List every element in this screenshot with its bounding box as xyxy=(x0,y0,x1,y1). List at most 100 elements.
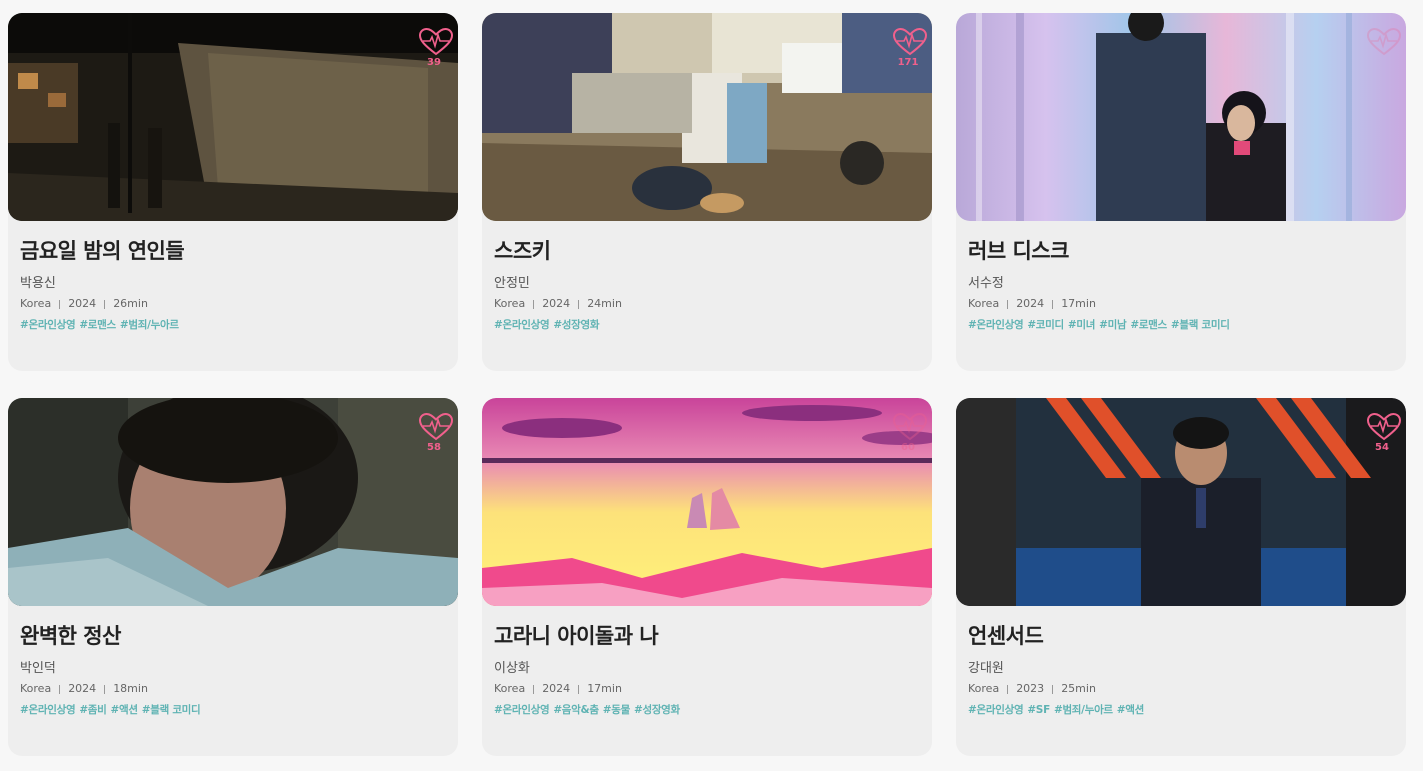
divider xyxy=(1052,299,1054,309)
film-country: Korea xyxy=(20,297,52,310)
divider xyxy=(1007,299,1009,309)
film-runtime: 25min xyxy=(1061,682,1096,695)
film-tags: #온라인상영 #음악&춤 #동물 #성장영화 xyxy=(494,703,920,717)
film-country: Korea xyxy=(968,682,1000,695)
tag[interactable]: #액션 xyxy=(1117,704,1145,716)
film-thumbnail[interactable]: 60 xyxy=(482,398,932,606)
tag[interactable]: #좀비 xyxy=(79,704,107,716)
tag[interactable]: #성장영화 xyxy=(634,704,680,716)
film-title[interactable]: 러브 디스크 xyxy=(968,235,1394,267)
heart-pulse-icon xyxy=(1366,412,1402,441)
film-director: 안정민 xyxy=(494,276,530,291)
tag[interactable]: #로맨스 xyxy=(1130,319,1167,331)
like-badge[interactable]: 54 xyxy=(1366,412,1402,453)
film-country: Korea xyxy=(968,297,1000,310)
tag[interactable]: #동물 xyxy=(603,704,631,716)
film-year: 2024 xyxy=(68,682,97,695)
film-card[interactable]: 39 금요일 밤의 연인들 박용신 Korea 2024 26min #온라인상… xyxy=(8,13,458,371)
divider xyxy=(533,684,535,694)
heart-pulse-icon xyxy=(1366,27,1402,56)
film-year: 2024 xyxy=(1016,297,1045,310)
film-thumbnail[interactable]: 54 xyxy=(956,398,1406,606)
film-still-image xyxy=(8,398,458,606)
film-title[interactable]: 고라니 아이돌과 나 xyxy=(494,620,920,652)
tag[interactable]: #성장영화 xyxy=(553,319,599,331)
film-title[interactable]: 스즈키 xyxy=(494,235,920,267)
film-still-image xyxy=(956,398,1406,606)
like-badge[interactable]: 60 xyxy=(892,412,928,453)
film-meta: Korea 2024 17min xyxy=(968,297,1394,311)
tag[interactable]: #미녀 xyxy=(1068,319,1096,331)
divider xyxy=(59,684,61,694)
film-country: Korea xyxy=(494,297,526,310)
film-card[interactable]: 60 고라니 아이돌과 나 이상화 Korea 2024 17min #온라인상… xyxy=(482,398,932,756)
film-title[interactable]: 금요일 밤의 연인들 xyxy=(20,235,446,267)
film-runtime: 24min xyxy=(587,297,622,310)
divider xyxy=(104,299,106,309)
tag[interactable]: #범죄/누아르 xyxy=(1054,704,1113,716)
film-meta: Korea 2024 18min xyxy=(20,682,446,696)
film-card[interactable]: 58 완벽한 정산 박인덕 Korea 2024 18min #온라인상영 #좀비… xyxy=(8,398,458,756)
film-tags: #온라인상영 #코미디 #미녀 #미남 #로맨스 #블랙 코미디 xyxy=(968,318,1394,332)
tag[interactable]: #블랙 코미디 xyxy=(1171,319,1230,331)
film-director: 박인덕 xyxy=(20,661,56,676)
film-meta: Korea 2024 26min xyxy=(20,297,446,311)
divider xyxy=(578,684,580,694)
like-badge[interactable]: 58 xyxy=(418,412,454,453)
film-tags: #온라인상영 #SF #범죄/누아르 #액션 xyxy=(968,703,1394,717)
tag[interactable]: #SF xyxy=(1027,704,1050,716)
like-count: 60 xyxy=(901,442,915,453)
tag[interactable]: #코미디 xyxy=(1027,319,1064,331)
film-country: Korea xyxy=(494,682,526,695)
like-count: 54 xyxy=(1375,442,1389,453)
film-year: 2024 xyxy=(542,682,571,695)
tag[interactable]: #온라인상영 xyxy=(968,319,1024,331)
tag[interactable]: #온라인상영 xyxy=(20,319,76,331)
film-runtime: 26min xyxy=(113,297,148,310)
film-meta: Korea 2024 17min xyxy=(494,682,920,696)
film-director: 이상화 xyxy=(494,661,530,676)
divider xyxy=(1007,684,1009,694)
film-meta: Korea 2024 24min xyxy=(494,297,920,311)
film-still-image xyxy=(482,398,932,606)
film-card[interactable]: 러브 디스크 서수정 Korea 2024 17min #온라인상영 #코미디 #미… xyxy=(956,13,1406,371)
film-title[interactable]: 완벽한 정산 xyxy=(20,620,446,652)
tag[interactable]: #액션 xyxy=(111,704,139,716)
film-still-image xyxy=(482,13,932,221)
tag[interactable]: #미남 xyxy=(1099,319,1127,331)
film-country: Korea xyxy=(20,682,52,695)
tag[interactable]: #온라인상영 xyxy=(494,319,550,331)
tag[interactable]: #로맨스 xyxy=(79,319,116,331)
film-director: 박용신 xyxy=(20,276,56,291)
tag[interactable]: #범죄/누아르 xyxy=(120,319,179,331)
heart-pulse-icon xyxy=(892,412,928,441)
film-runtime: 18min xyxy=(113,682,148,695)
film-thumbnail[interactable] xyxy=(956,13,1406,221)
heart-pulse-icon xyxy=(418,27,454,56)
tag[interactable]: #음악&춤 xyxy=(553,704,599,716)
film-card[interactable]: 54 언센서드 강대원 Korea 2023 25min #온라인상영 #SF #범… xyxy=(956,398,1406,756)
film-thumbnail[interactable]: 171 xyxy=(482,13,932,221)
tag[interactable]: #온라인상영 xyxy=(20,704,76,716)
like-badge[interactable]: 171 xyxy=(892,27,928,68)
film-still-image xyxy=(8,13,458,221)
film-title[interactable]: 언센서드 xyxy=(968,620,1394,652)
film-tags: #온라인상영 #좀비 #액션 #블랙 코미디 xyxy=(20,703,446,717)
tag[interactable]: #블랙 코미디 xyxy=(142,704,201,716)
tag[interactable]: #온라인상영 xyxy=(968,704,1024,716)
film-thumbnail[interactable]: 39 xyxy=(8,13,458,221)
film-card[interactable]: 171 스즈키 안정민 Korea 2024 24min #온라인상영 #성장영화 xyxy=(482,13,932,371)
film-year: 2024 xyxy=(68,297,97,310)
tag[interactable]: #온라인상영 xyxy=(494,704,550,716)
divider xyxy=(59,299,61,309)
film-director: 서수정 xyxy=(968,276,1004,291)
film-year: 2023 xyxy=(1016,682,1045,695)
heart-pulse-icon xyxy=(418,412,454,441)
film-director: 강대원 xyxy=(968,661,1004,676)
film-runtime: 17min xyxy=(1061,297,1096,310)
like-badge[interactable]: 39 xyxy=(418,27,454,68)
film-thumbnail[interactable]: 58 xyxy=(8,398,458,606)
like-badge[interactable] xyxy=(1366,27,1402,57)
like-count: 39 xyxy=(427,57,441,68)
divider xyxy=(533,299,535,309)
